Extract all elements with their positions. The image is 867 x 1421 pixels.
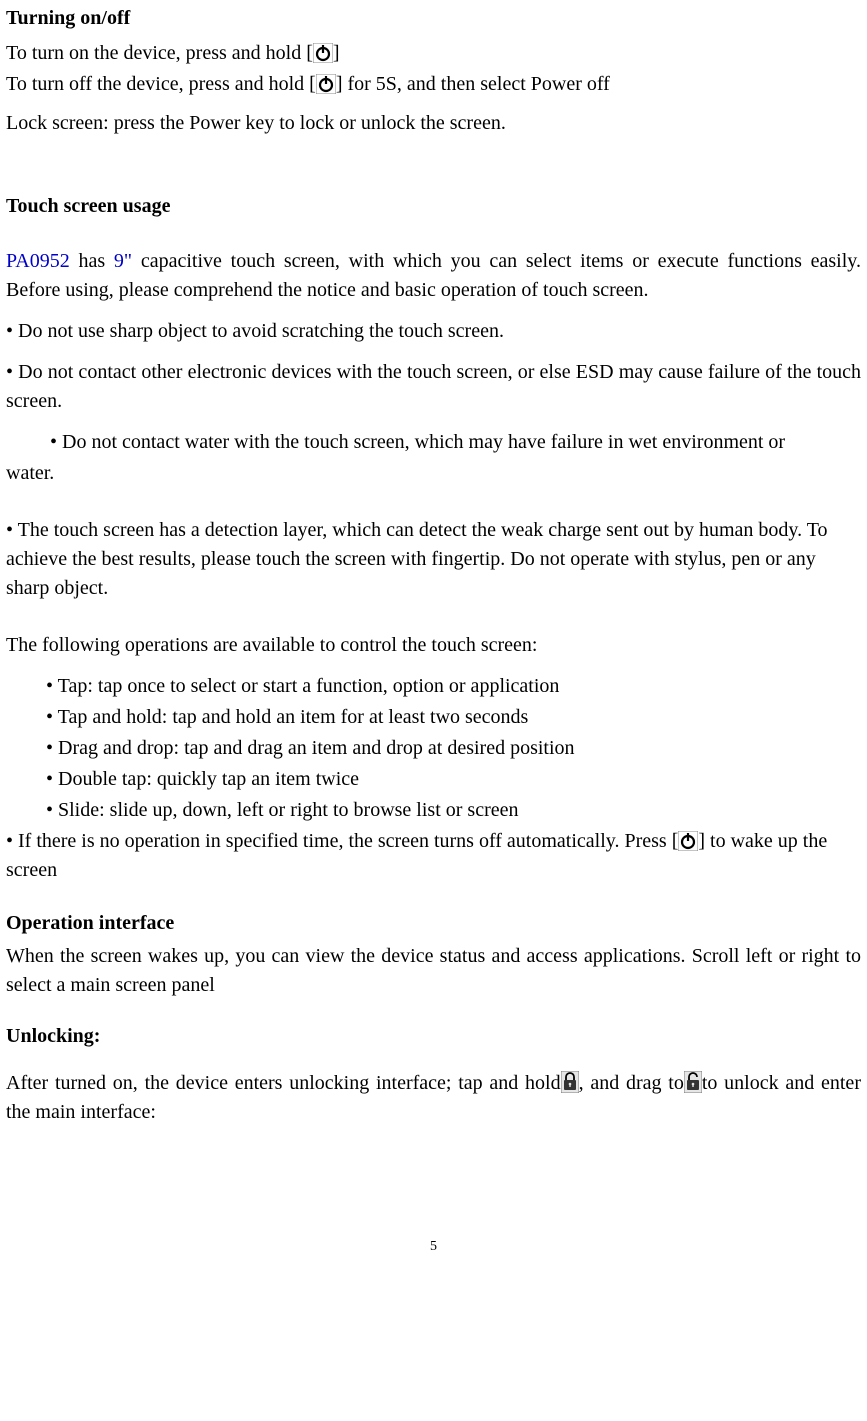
touch-intro-has: has [70,250,114,272]
op-drag-drop: • Drag and drop: tap and drag an item an… [6,734,861,763]
turn-off-text-pre: To turn off the device, press and hold [ [6,73,316,95]
heading-operation-interface: Operation interface [6,909,861,938]
auto-off-pre: • If there is no operation in specified … [6,830,678,852]
heading-touch-screen-usage: Touch screen usage [6,192,861,221]
operation-interface-text: When the screen wakes up, you can view t… [6,942,861,1000]
lock-closed-icon [561,1071,579,1093]
unlock-mid: , and drag to [579,1072,684,1094]
power-icon [316,74,336,94]
op-tap-hold: • Tap and hold: tap and hold an item for… [6,703,861,732]
auto-off-line: • If there is no operation in specified … [6,827,861,885]
operations-intro: The following operations are available t… [6,631,861,660]
touch-intro-paragraph: PA0952 has 9" capacitive touch screen, w… [6,247,861,305]
bullet-detection-layer: • The touch screen has a detection layer… [6,516,861,603]
unlock-pre: After turned on, the device enters unloc… [6,1072,561,1094]
heading-turning-on-off: Turning on/off [6,4,861,33]
bullet-sharp-object: • Do not use sharp object to avoid scrat… [6,317,861,346]
touch-intro-rest: capacitive touch screen, with which you … [6,250,861,301]
unlocking-paragraph: After turned on, the device enters unloc… [6,1069,861,1127]
bullet-water-line1: • Do not contact water with the touch sc… [6,428,861,457]
screen-size: 9" [114,250,132,272]
power-icon [678,831,698,851]
power-icon [313,43,333,63]
page-number: 5 [6,1237,861,1257]
op-slide: • Slide: slide up, down, left or right t… [6,796,861,825]
bullet-water-line2: water. [6,459,861,488]
op-tap: • Tap: tap once to select or start a fun… [6,672,861,701]
turn-on-text-pre: To turn on the device, press and hold [ [6,42,313,64]
model-number: PA0952 [6,250,70,272]
lock-screen-text: Lock screen: press the Power key to lock… [6,109,861,138]
bullet-esd: • Do not contact other electronic device… [6,358,861,416]
turn-on-line: To turn on the device, press and hold [] [6,39,861,68]
turn-on-text-post: ] [333,42,340,64]
op-double-tap: • Double tap: quickly tap an item twice [6,765,861,794]
turn-off-line: To turn off the device, press and hold [… [6,70,861,99]
turn-off-text-post: ] for 5S, and then select Power off [336,73,610,95]
heading-unlocking: Unlocking: [6,1022,861,1051]
lock-open-icon [684,1071,702,1093]
bullet-water: • Do not contact water with the touch sc… [6,428,861,488]
